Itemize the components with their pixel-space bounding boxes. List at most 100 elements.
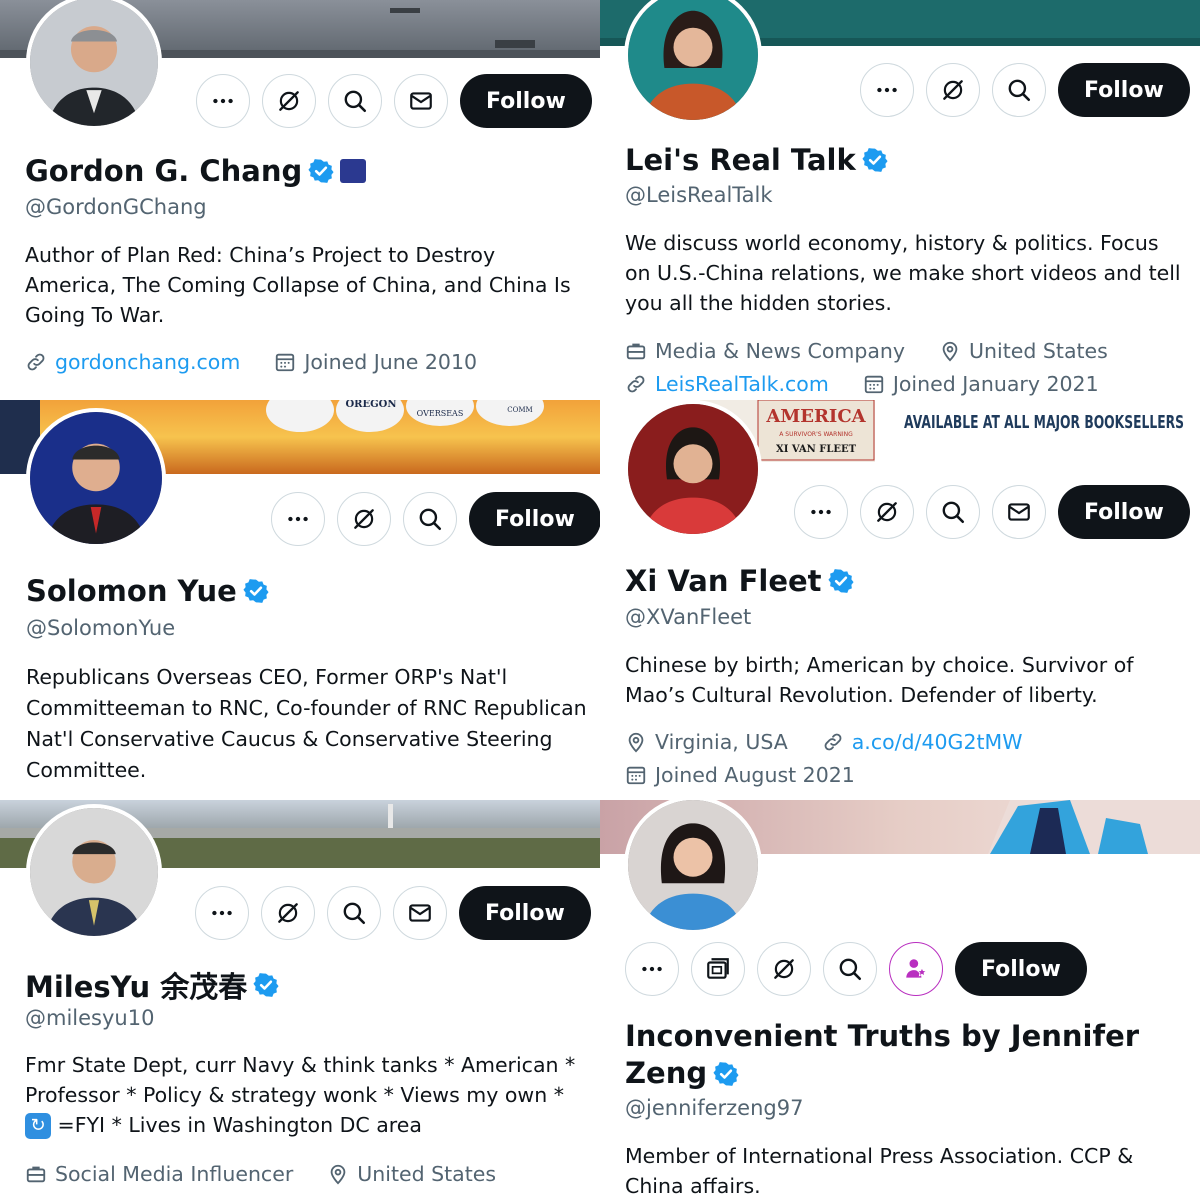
grok-icon — [275, 900, 301, 926]
bio: Fmr State Dept, curr Navy & think tanks … — [25, 1050, 585, 1140]
bio-text-1: Fmr State Dept, curr Navy & think tanks … — [25, 1053, 576, 1107]
display-name: MilesYu 余茂春 — [25, 964, 279, 1006]
profile-actions: Follow — [860, 63, 1190, 117]
message-button[interactable] — [394, 74, 448, 128]
more-icon — [874, 77, 900, 103]
calendar-icon — [274, 351, 296, 373]
bio: Member of International Press Associatio… — [625, 1144, 1134, 1198]
avatar[interactable] — [26, 804, 162, 940]
bio-text-2: =FYI * Lives in Washington DC area — [57, 1113, 422, 1137]
message-icon — [407, 900, 433, 926]
follow-button[interactable]: Follow — [955, 942, 1087, 996]
grok-icon — [351, 506, 377, 532]
joined-date: Joined June 2010 — [304, 350, 478, 374]
search-button[interactable] — [992, 63, 1046, 117]
verified-badge-icon — [243, 578, 269, 604]
display-name: Solomon Yue — [26, 574, 269, 608]
display-name-text: Solomon Yue — [26, 574, 237, 608]
display-name: Xi Van Fleet — [625, 564, 854, 598]
profile-location: Virginia, USA — [655, 730, 788, 754]
more-button[interactable] — [195, 886, 249, 940]
grok-button[interactable] — [860, 485, 914, 539]
follow-button[interactable]: Follow — [1058, 63, 1190, 117]
display-name-text: MilesYu 余茂春 — [25, 970, 248, 1004]
more-button[interactable] — [196, 74, 250, 128]
grok-button[interactable] — [337, 492, 391, 546]
follow-button[interactable]: Follow — [1058, 485, 1190, 539]
grok-icon — [276, 88, 302, 114]
search-button[interactable] — [328, 74, 382, 128]
follow-button[interactable]: Follow — [460, 74, 592, 128]
display-name-text: Xi Van Fleet — [625, 564, 822, 598]
repost-emoji-icon: ↻ — [25, 1113, 51, 1139]
more-button[interactable] — [625, 942, 679, 996]
website-link[interactable]: gordonchang.com — [55, 350, 240, 374]
more-button[interactable] — [794, 485, 848, 539]
calendar-icon — [863, 373, 885, 395]
message-button[interactable] — [393, 886, 447, 940]
handle: @GordonGChang — [25, 195, 207, 219]
profile-card-solomon-yue: OREGON OVERSEAS COMM Follow Solomon Yue … — [0, 400, 600, 800]
grok-button[interactable] — [262, 74, 316, 128]
avatar[interactable] — [26, 408, 166, 548]
website-link[interactable]: a.co/d/40G2tMW — [852, 730, 1023, 754]
link-icon — [625, 373, 647, 395]
grok-icon — [940, 77, 966, 103]
verified-badge-icon — [253, 972, 279, 998]
banner-text-oregon: OREGON — [345, 400, 396, 410]
message-button[interactable] — [992, 485, 1046, 539]
banner-text: AVAILABLE AT ALL MAJOR BOOKSELLERS — [904, 412, 1184, 433]
profile-category: Media & News Company — [655, 339, 906, 363]
search-icon — [1006, 77, 1032, 103]
search-button[interactable] — [926, 485, 980, 539]
subscriptions-button[interactable] — [691, 942, 745, 996]
profile-meta-row-2: LeisRealTalk.com Joined January 2021 — [625, 372, 1099, 396]
more-icon — [285, 506, 311, 532]
profile-collage: Follow Gordon G. Chang @GordonGChang Aut… — [0, 0, 1200, 1200]
display-name-text: Gordon G. Chang — [25, 154, 303, 188]
bio: Author of Plan Red: China’s Project to D… — [25, 243, 571, 327]
follow-button[interactable]: Follow — [459, 886, 591, 940]
display-name-line-1: Inconvenient Truths by Jennifer — [625, 1019, 1140, 1053]
bio: We discuss world economy, history & poli… — [625, 231, 1181, 315]
link-icon — [25, 351, 47, 373]
book-title: AMERICA — [765, 406, 866, 427]
display-name-text: Lei's Real Talk — [625, 143, 856, 177]
more-button[interactable] — [271, 492, 325, 546]
subscribe-button[interactable] — [889, 942, 943, 996]
avatar[interactable] — [624, 800, 762, 934]
display-name: Lei's Real Talk — [625, 143, 888, 177]
bio: Republicans Overseas CEO, Former ORP's N… — [26, 665, 587, 782]
search-button[interactable] — [327, 886, 381, 940]
avatar[interactable] — [624, 400, 762, 538]
message-icon — [1006, 499, 1032, 525]
profile-location: United States — [357, 1162, 497, 1186]
profile-meta-row-1: Media & News Company United States — [625, 339, 1108, 363]
grok-button[interactable] — [757, 942, 811, 996]
location-icon — [625, 731, 647, 753]
search-button[interactable] — [823, 942, 877, 996]
follow-button[interactable]: Follow — [469, 492, 600, 546]
more-button[interactable] — [860, 63, 914, 117]
joined-date: Joined August 2021 — [655, 763, 855, 787]
website-link[interactable]: LeisRealTalk.com — [655, 372, 829, 396]
grok-button[interactable] — [926, 63, 980, 117]
affiliation-badge-icon[interactable] — [340, 159, 367, 183]
verified-badge-icon — [308, 158, 334, 184]
joined-date: Joined January 2021 — [892, 372, 1099, 396]
profile-actions: Follow — [196, 74, 592, 128]
handle: @SolomonYue — [26, 616, 176, 640]
subscribe-icon — [903, 956, 929, 982]
profile-meta-row-2: Joined August 2021 — [625, 763, 855, 787]
search-button[interactable] — [403, 492, 457, 546]
location-icon — [939, 340, 961, 362]
verified-badge-icon — [713, 1061, 739, 1087]
book-author: XI VAN FLEET — [776, 444, 857, 455]
grok-icon — [874, 499, 900, 525]
avatar[interactable] — [26, 0, 162, 130]
handle: @jenniferzeng97 — [625, 1096, 804, 1120]
display-name: Inconvenient Truths by Jennifer Zeng — [625, 1018, 1139, 1092]
link-icon — [822, 731, 844, 753]
avatar[interactable] — [624, 0, 762, 124]
grok-button[interactable] — [261, 886, 315, 940]
